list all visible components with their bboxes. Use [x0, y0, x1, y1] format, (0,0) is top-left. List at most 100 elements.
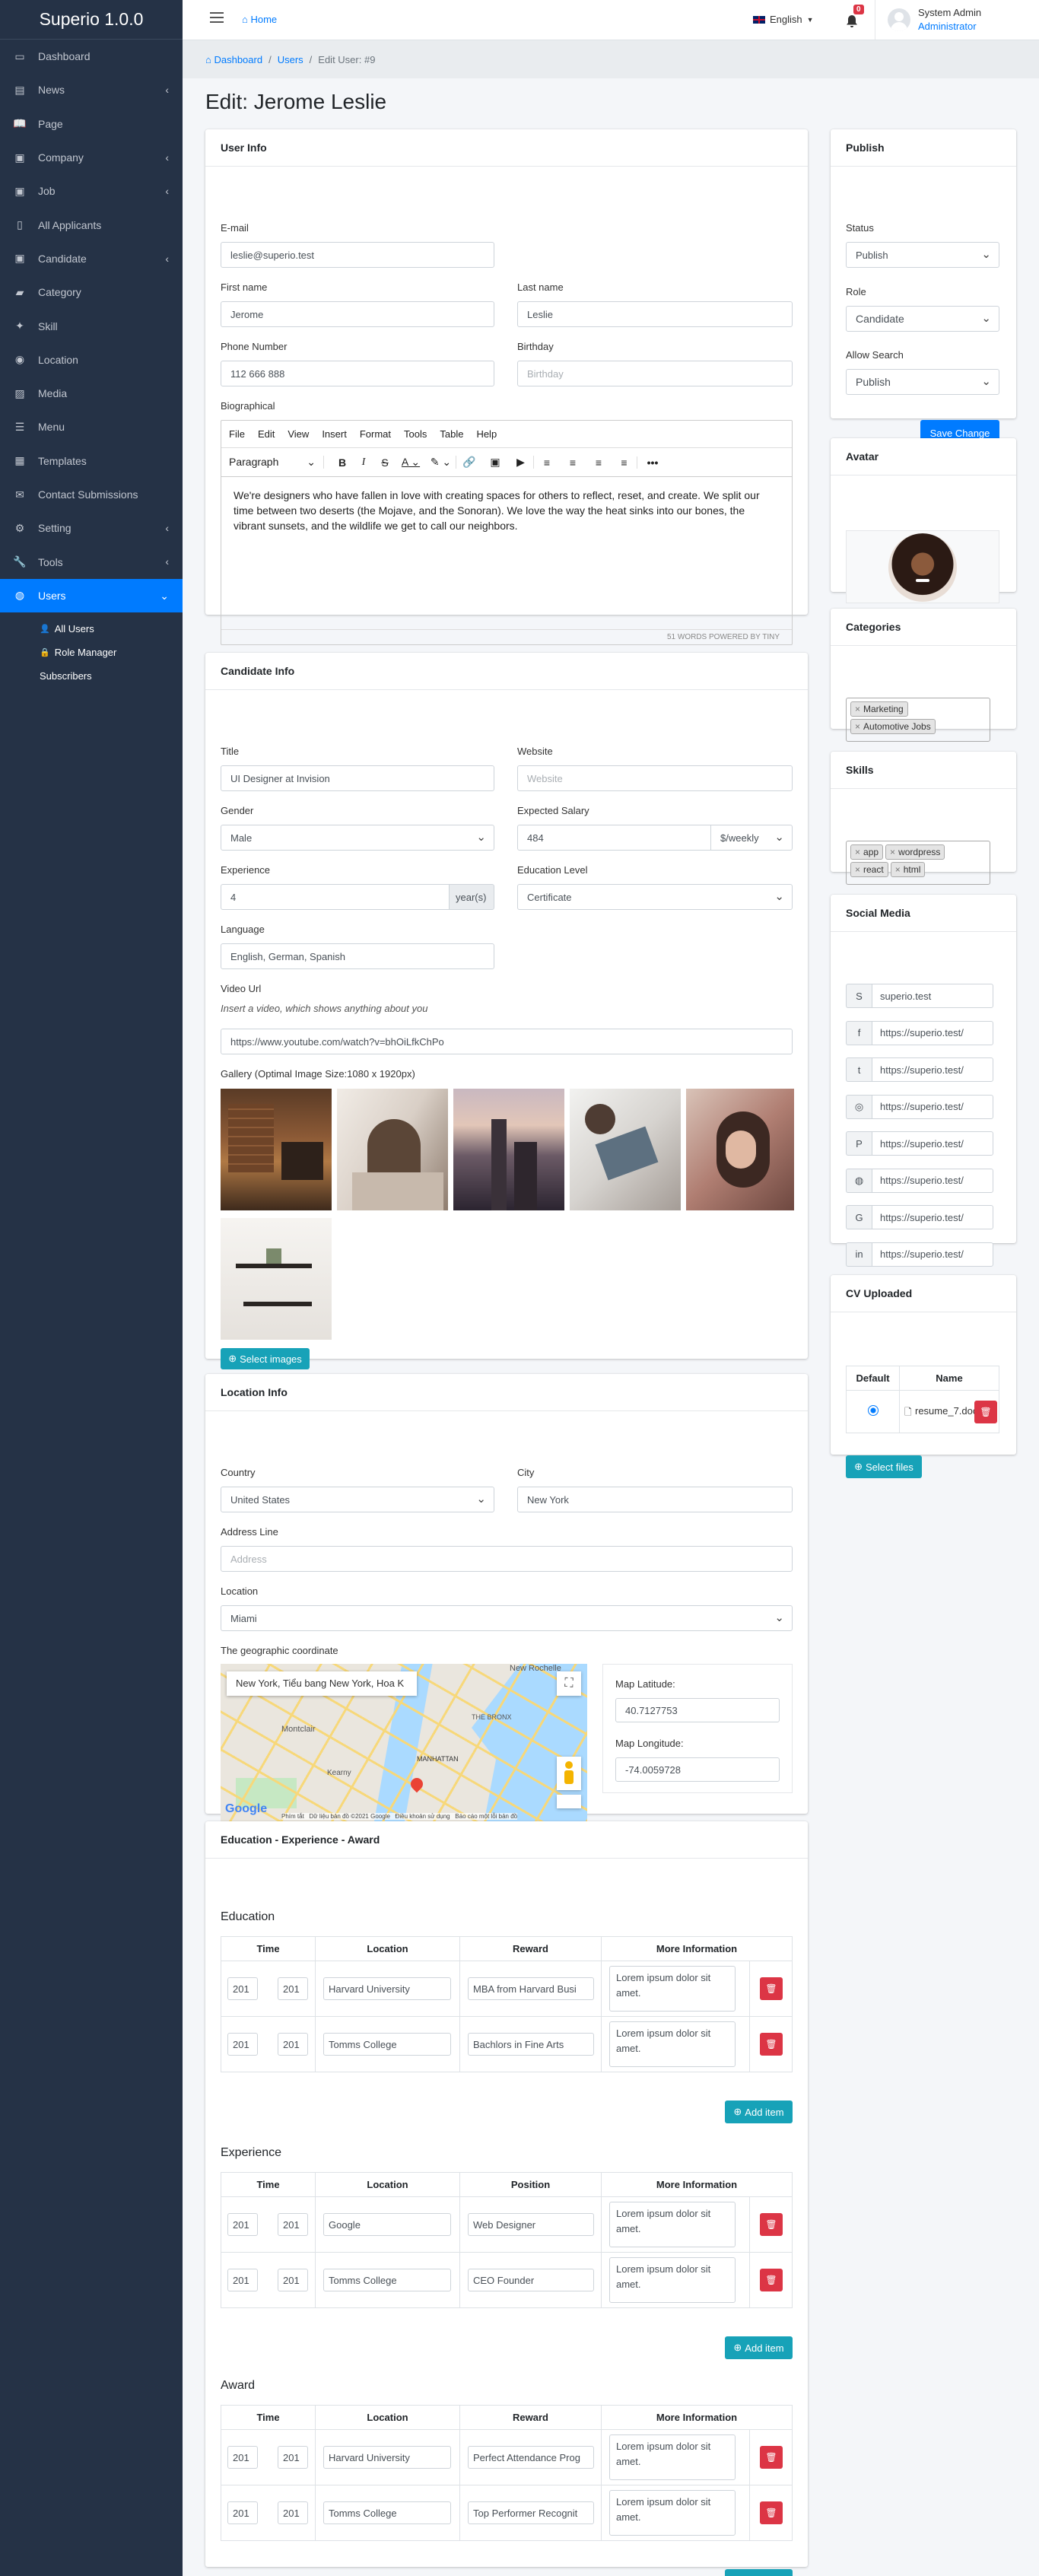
add-education-item-button[interactable]: ⊕ Add item — [725, 2101, 793, 2123]
language-switcher[interactable]: English ▼ — [753, 14, 814, 25]
gallery-image[interactable] — [453, 1089, 564, 1210]
map-search-input[interactable]: New York, Tiểu bang New York, Hoa K — [227, 1671, 417, 1696]
delete-row-button[interactable]: 🗑 — [760, 2269, 783, 2291]
title-field[interactable]: UI Designer at Invision — [221, 765, 494, 791]
default-radio[interactable] — [867, 1405, 879, 1416]
remove-tag-icon[interactable]: × — [855, 847, 860, 857]
salary-field[interactable]: 484 — [517, 825, 711, 851]
editor-content[interactable]: We're designers who have fallen in love … — [221, 477, 792, 629]
social-link-field[interactable]: https://superio.test/ — [872, 1094, 993, 1119]
education-select[interactable]: Certificate — [517, 884, 793, 910]
phone-field[interactable]: 112 666 888 — [221, 361, 494, 386]
salary-unit-select[interactable]: $/weekly — [710, 825, 793, 851]
social-link-field[interactable]: superio.test — [872, 984, 993, 1008]
to-year-field[interactable]: 201 — [278, 2446, 308, 2469]
more-info-textarea[interactable]: Lorem ipsum dolor sit amet. — [609, 2021, 736, 2067]
tag-chip[interactable]: × Automotive Jobs — [850, 719, 936, 734]
remove-tag-icon[interactable]: × — [855, 864, 860, 875]
editor-menu-table[interactable]: Table — [440, 428, 463, 440]
reward-field[interactable]: MBA from Harvard Busi — [468, 1977, 594, 2000]
remove-tag-icon[interactable]: × — [855, 721, 860, 732]
sidebar-item-contact-submissions[interactable]: ✉ Contact Submissions — [0, 478, 183, 511]
language-field[interactable]: English, German, Spanish — [221, 943, 494, 969]
social-link-field[interactable]: https://superio.test/ — [872, 1242, 993, 1267]
gallery-image[interactable] — [686, 1089, 794, 1210]
location-field[interactable]: Tomms College — [323, 2501, 451, 2524]
country-select[interactable]: United States — [221, 1487, 494, 1512]
video-field[interactable]: https://www.youtube.com/watch?v=bhOiLfkC… — [221, 1029, 793, 1054]
role-select[interactable]: Candidate — [846, 306, 999, 332]
delete-row-button[interactable]: 🗑 — [760, 2213, 783, 2236]
editor-menu-format[interactable]: Format — [360, 428, 391, 440]
from-year-field[interactable]: 201 — [227, 2501, 258, 2524]
remove-tag-icon[interactable]: × — [890, 847, 895, 857]
location-field[interactable]: Tomms College — [323, 2269, 451, 2291]
social-link-field[interactable]: https://superio.test/ — [872, 1205, 993, 1229]
sidebar-subitem-subscribers[interactable]: Subscribers — [0, 664, 183, 688]
delete-row-button[interactable]: 🗑 — [760, 2446, 783, 2469]
gallery-image[interactable] — [337, 1089, 448, 1210]
map[interactable]: New Rochelle Montclair THE BRONX Kearny … — [221, 1664, 587, 1824]
remove-tag-icon[interactable]: × — [895, 864, 901, 875]
home-link[interactable]: ⌂ Home — [242, 14, 277, 25]
breadcrumb-users[interactable]: Users — [278, 54, 303, 65]
sidebar-item-page[interactable]: 📖 Page — [0, 107, 183, 141]
align-justify-icon[interactable]: ≡ — [612, 456, 637, 469]
social-link-field[interactable]: https://superio.test/ — [872, 1020, 993, 1045]
italic-icon[interactable]: I — [353, 456, 374, 469]
sidebar-item-news[interactable]: ▤ News ‹ — [0, 73, 183, 107]
location-field[interactable]: Harvard University — [323, 1977, 451, 2000]
sidebar-item-media[interactable]: ▨ Media — [0, 377, 183, 410]
user-menu[interactable]: System Admin Administrator — [875, 0, 1039, 40]
delete-row-button[interactable]: 🗑 — [760, 2033, 783, 2056]
sidebar-item-users[interactable]: ◍ Users ⌄ — [0, 578, 183, 613]
tag-chip[interactable]: × app — [850, 844, 884, 860]
media-icon[interactable]: ▶ — [508, 456, 534, 469]
position-field[interactable]: CEO Founder — [468, 2269, 594, 2291]
reward-field[interactable]: Bachlors in Fine Arts — [468, 2033, 594, 2056]
more-info-textarea[interactable]: Lorem ipsum dolor sit amet. — [609, 2490, 736, 2536]
cv-file-name[interactable]: resume_7.docx — [915, 1405, 983, 1417]
link-icon[interactable]: 🔗 — [456, 456, 482, 469]
editor-menu-help[interactable]: Help — [476, 428, 497, 440]
to-year-field[interactable]: 201 — [278, 2033, 308, 2056]
editor-menu-file[interactable]: File — [229, 428, 245, 440]
from-year-field[interactable]: 201 — [227, 2269, 258, 2291]
from-year-field[interactable]: 201 — [227, 1977, 258, 2000]
gallery-image[interactable] — [221, 1218, 332, 1340]
to-year-field[interactable]: 201 — [278, 1977, 308, 2000]
add-experience-item-button[interactable]: ⊕ Add item — [725, 2336, 793, 2359]
highlight-icon[interactable]: ✎ ⌄ — [426, 456, 456, 469]
align-left-icon[interactable]: ≡ — [534, 456, 560, 469]
text-color-icon[interactable]: A ⌄ — [396, 456, 426, 469]
status-select[interactable]: Publish — [846, 242, 999, 268]
fullscreen-icon[interactable]: ⛶ — [557, 1671, 581, 1696]
experience-field[interactable]: 4 — [221, 884, 450, 910]
tag-chip[interactable]: × html — [890, 862, 926, 877]
sidebar-item-setting[interactable]: ⚙ Setting ‹ — [0, 511, 183, 545]
editor-menu-tools[interactable]: Tools — [404, 428, 427, 440]
location-field[interactable]: Tomms College — [323, 2033, 451, 2056]
remove-tag-icon[interactable]: × — [855, 704, 860, 714]
location-select[interactable]: Miami — [221, 1605, 793, 1631]
social-link-field[interactable]: https://superio.test/ — [872, 1057, 993, 1082]
from-year-field[interactable]: 201 — [227, 2033, 258, 2056]
gallery-image[interactable] — [570, 1089, 681, 1210]
skills-select[interactable]: × app × wordpress × react × html — [846, 841, 990, 885]
zoom-controls[interactable] — [557, 1795, 581, 1808]
sidebar-item-location[interactable]: ◉ Location — [0, 343, 183, 377]
city-field[interactable]: New York — [517, 1487, 793, 1512]
to-year-field[interactable]: 201 — [278, 2501, 308, 2524]
block-format-select[interactable]: Paragraph ⌄ — [229, 456, 324, 469]
reward-field[interactable]: Top Performer Recognit — [468, 2501, 594, 2524]
more-info-textarea[interactable]: Lorem ipsum dolor sit amet. — [609, 2257, 736, 2303]
hamburger-icon[interactable] — [210, 12, 224, 23]
sidebar-item-company[interactable]: ▣ Company ‹ — [0, 141, 183, 174]
sidebar-item-dashboard[interactable]: ▭ Dashboard — [0, 40, 183, 73]
position-field[interactable]: Web Designer — [468, 2213, 594, 2236]
location-field[interactable]: Harvard University — [323, 2446, 451, 2469]
last-name-field[interactable]: Leslie — [517, 301, 793, 327]
gallery-image[interactable] — [221, 1089, 332, 1210]
breadcrumb-dashboard[interactable]: ⌂ Dashboard — [205, 54, 262, 65]
select-files-button[interactable]: ⊕ Select files — [846, 1455, 922, 1478]
